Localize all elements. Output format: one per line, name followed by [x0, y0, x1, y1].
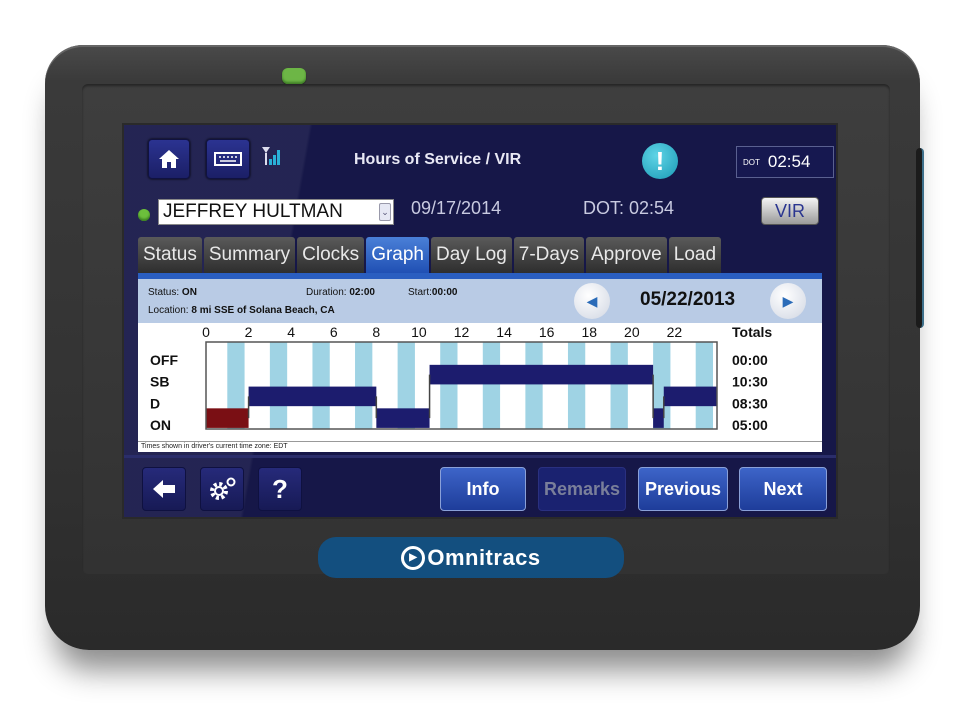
x-tick-label: 0 [202, 324, 210, 340]
dot-label: DOT [743, 157, 760, 167]
screen-title: Hours of Service / VIR [354, 151, 522, 168]
graph-date: 05/22/2013 [640, 289, 736, 310]
signal-icon [262, 147, 280, 165]
alert-button[interactable]: ! [642, 143, 678, 179]
hour-stripe [440, 342, 458, 429]
total-value: 05:00 [732, 417, 768, 433]
dot-time-text: DOT: 02:54 [583, 198, 675, 218]
x-tick-label: 6 [330, 324, 338, 340]
arrow-left-icon [153, 480, 175, 498]
prev-date-button[interactable]: ◀ [574, 283, 610, 319]
vir-button[interactable]: VIR [761, 197, 819, 225]
duty-segment [206, 408, 249, 428]
x-tick-label: 16 [539, 324, 555, 340]
duty-segment [248, 386, 377, 407]
next-button[interactable]: Next [739, 467, 827, 511]
info-button[interactable]: Info [440, 467, 526, 511]
dot-clock: DOT 02:54 [736, 146, 834, 178]
row-label: SB [150, 374, 169, 390]
previous-button[interactable]: Previous [638, 467, 728, 511]
brand-name: Omnitracs [427, 544, 541, 570]
location-label: Location: [148, 305, 189, 316]
duty-graph-svg: 0 2 4 6 8 10 12 14 16 18 20 22 OFF SB D ON Totals 00:00 10… [150, 324, 772, 433]
omnitracs-logo: ▶ Omnitracs [318, 537, 624, 578]
x-tick-label: 4 [287, 324, 295, 340]
x-tick-label: 10 [411, 324, 427, 340]
tab-graph[interactable]: Graph [366, 237, 429, 273]
timezone-note: Times shown in driver's current time zon… [138, 441, 822, 452]
chevron-left-icon: ◀ [586, 292, 598, 309]
back-button[interactable] [142, 467, 186, 511]
status-led [138, 209, 150, 221]
tab-summary[interactable]: Summary [203, 237, 296, 273]
omnitracs-logo-icon: ▶ [401, 545, 426, 570]
next-date-button[interactable]: ▶ [770, 283, 806, 319]
hour-stripe [482, 342, 501, 429]
tab-approve[interactable]: Approve [585, 237, 667, 273]
x-tick-label: 12 [454, 324, 470, 340]
alert-icon: ! [655, 145, 665, 176]
x-tick-label: 2 [245, 324, 253, 340]
tab-status[interactable]: Status [138, 237, 202, 273]
chevron-right-icon: ▶ [782, 292, 794, 309]
tab-7-days[interactable]: 7-Days [513, 237, 584, 273]
duration-value: 02:00 [349, 287, 375, 298]
screen: Hours of Service / VIR ! DOT 02:54 JEFFR… [122, 123, 838, 519]
x-tick-label: 14 [496, 324, 512, 340]
x-tick-label: 18 [581, 324, 597, 340]
home-button[interactable] [148, 139, 190, 179]
current-date: 09/17/2014 [411, 198, 502, 218]
duty-segment [663, 386, 717, 407]
duration-label: Duration: [306, 287, 347, 298]
totals-header: Totals [732, 324, 772, 340]
x-tick-label: 22 [667, 324, 683, 340]
hour-stripe [610, 342, 628, 429]
settings-button[interactable] [200, 467, 244, 511]
total-value: 10:30 [732, 374, 768, 390]
total-value: 08:30 [732, 395, 768, 411]
hour-stripe [355, 342, 373, 429]
driver-select[interactable]: JEFFREY HULTMAN ⌄ [158, 199, 394, 225]
total-value: 00:00 [732, 352, 768, 368]
hour-stripe [567, 342, 586, 429]
home-icon [159, 150, 179, 168]
help-button[interactable]: ? [258, 467, 302, 511]
start-label: Start: [408, 287, 432, 298]
duty-graph: 0 2 4 6 8 10 12 14 16 18 20 22 OFF SB D ON Totals 00:00 10… [138, 323, 822, 441]
hour-stripe [695, 342, 713, 429]
start-value: 00:00 [431, 287, 458, 298]
hour-stripe [312, 342, 330, 429]
tab-clocks[interactable]: Clocks [297, 237, 365, 273]
x-tick-label: 8 [372, 324, 380, 340]
row-label: OFF [150, 352, 178, 368]
location-value: 8 mi SSE of Solana Beach, CA [191, 305, 335, 316]
status-label: Status: [148, 287, 180, 298]
gear-icon [210, 477, 236, 500]
row-label: D [150, 395, 160, 411]
tab-bar: Status Summary Clocks Graph Day Log 7-Da… [138, 237, 722, 273]
hour-stripe [525, 342, 543, 429]
duty-segment [376, 408, 430, 428]
row-label: ON [150, 417, 171, 433]
tab-day-log[interactable]: Day Log [431, 237, 512, 273]
side-button[interactable] [916, 148, 924, 328]
dot-time: 02:54 [767, 152, 811, 171]
remarks-button[interactable]: Remarks [538, 467, 626, 511]
keyboard-button[interactable] [206, 139, 250, 179]
duty-segment [653, 408, 664, 428]
divider [124, 455, 836, 458]
info-bar: Status: ON Duration: 02:00 Start:00:00 L… [138, 279, 822, 323]
keyboard-icon [214, 152, 242, 166]
power-led [282, 68, 306, 84]
driver-name: JEFFREY HULTMAN [163, 201, 343, 222]
tab-load[interactable]: Load [668, 237, 722, 273]
hour-stripe [269, 342, 288, 429]
chevron-down-icon[interactable]: ⌄ [379, 203, 391, 221]
status-value: ON [181, 287, 197, 298]
duty-segment [429, 364, 654, 385]
x-tick-label: 20 [624, 324, 640, 340]
